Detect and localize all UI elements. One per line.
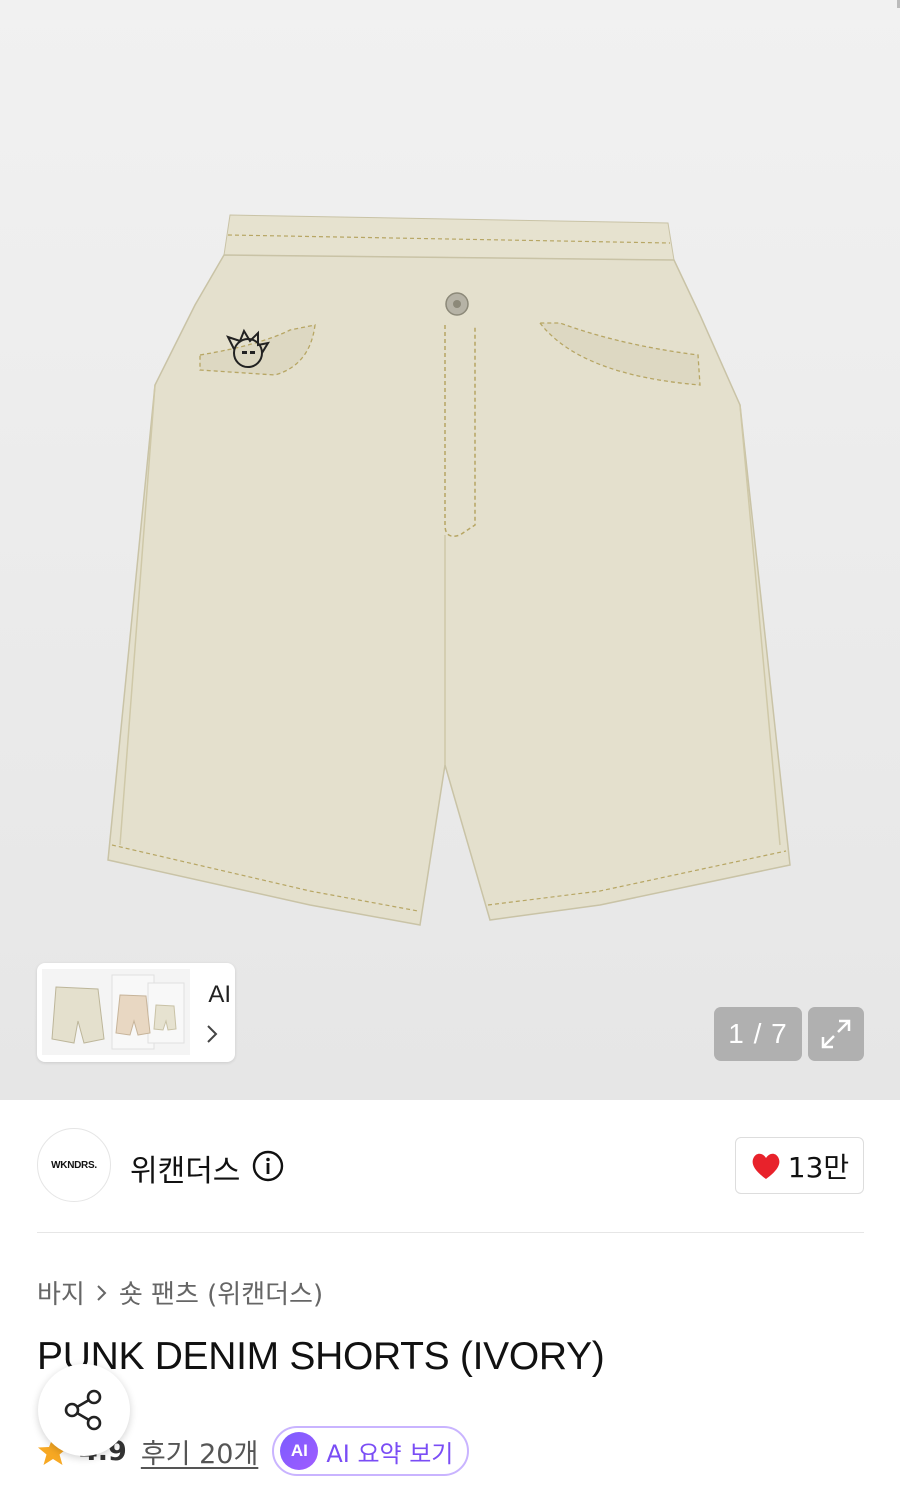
chevron-right-icon bbox=[207, 1025, 218, 1043]
product-image-gallery[interactable]: AI 1 / 7 bbox=[0, 0, 900, 1100]
brand-name[interactable]: 위캔더스 bbox=[130, 1146, 240, 1190]
heart-icon bbox=[752, 1153, 780, 1179]
like-count: 13만 bbox=[787, 1150, 850, 1184]
info-icon[interactable] bbox=[252, 1150, 284, 1182]
product-title: PUNK DENIM SHORTS (IVORY) bbox=[37, 1335, 605, 1378]
preview-thumbnails bbox=[42, 969, 190, 1055]
product-photo-shorts bbox=[107, 214, 791, 926]
ai-fitting-preview[interactable]: AI bbox=[37, 963, 235, 1062]
breadcrumb-subcategory[interactable]: 숏 팬츠 (위캔더스) bbox=[119, 1274, 323, 1311]
ai-summary-label: AI 요약 보기 bbox=[326, 1439, 454, 1468]
brand-logo[interactable]: WKNDRS. bbox=[37, 1128, 111, 1202]
share-button[interactable] bbox=[38, 1364, 130, 1456]
breadcrumb-category[interactable]: 바지 bbox=[37, 1274, 85, 1311]
review-link[interactable]: 후기 20개 bbox=[141, 1432, 258, 1471]
brand-row: WKNDRS. 위캔더스 13만 bbox=[37, 1128, 864, 1204]
like-button[interactable]: 13만 bbox=[735, 1137, 864, 1194]
ai-badge-icon: AI bbox=[280, 1432, 319, 1470]
breadcrumb: 바지 숏 팬츠 (위캔더스) bbox=[37, 1274, 323, 1311]
image-counter: 1 / 7 bbox=[714, 1007, 802, 1061]
expand-button[interactable] bbox=[808, 1007, 864, 1061]
chevron-right-icon bbox=[95, 1283, 109, 1303]
ai-summary-button[interactable]: AI AI 요약 보기 bbox=[272, 1426, 470, 1476]
ai-label: AI bbox=[208, 981, 231, 1008]
divider bbox=[37, 1232, 864, 1233]
expand-icon bbox=[821, 1019, 851, 1049]
share-icon bbox=[64, 1389, 102, 1431]
